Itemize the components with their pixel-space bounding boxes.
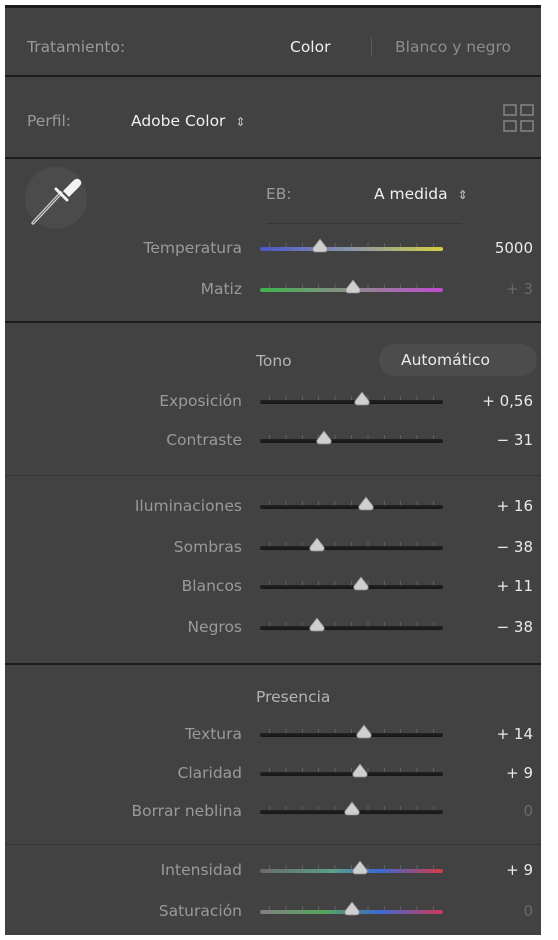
wb-label: EB: — [266, 185, 292, 203]
slider-thumb-intensidad[interactable] — [350, 860, 370, 876]
slider-label-saturacion: Saturación — [158, 902, 242, 920]
tone-title: Tono — [256, 352, 292, 370]
slider-label-textura: Textura — [184, 725, 242, 743]
slider-value-blancos[interactable]: + 11 — [497, 577, 533, 595]
slider-value-matiz[interactable]: + 3 — [506, 280, 533, 298]
profile-value: Adobe Color — [131, 112, 226, 130]
treatment-bw-option[interactable]: Blanco y negro — [395, 38, 511, 56]
slider-label-exposicion: Exposición — [159, 392, 242, 410]
slider-thumb-temperatura[interactable] — [310, 238, 330, 254]
divider — [5, 475, 541, 476]
updown-chevron-icon: ⇕ — [457, 188, 468, 202]
slider-value-intensidad[interactable]: + 9 — [506, 861, 533, 879]
slider-value-temperatura[interactable]: 5000 — [495, 239, 533, 257]
slider-label-contraste: Contraste — [166, 431, 242, 449]
slider-label-sombras: Sombras — [173, 538, 242, 556]
auto-button-label: Automático — [401, 351, 490, 369]
wb-underline — [267, 223, 462, 224]
treatment-color-option[interactable]: Color — [290, 38, 330, 56]
slider-value-textura[interactable]: + 14 — [497, 725, 533, 743]
slider-track-textura[interactable] — [260, 733, 443, 737]
eyedropper-icon — [31, 178, 82, 225]
eyedropper-button[interactable] — [25, 167, 87, 229]
profile-dropdown[interactable]: Adobe Color ⇕ — [131, 112, 245, 130]
auto-button[interactable]: Automático — [379, 344, 537, 376]
white-balance-section: EB: A medida ⇕ — [5, 159, 541, 321]
profile-row: Perfil: Adobe Color ⇕ — [5, 77, 541, 157]
slider-thumb-contraste[interactable] — [314, 430, 334, 446]
grid-icon[interactable] — [503, 104, 535, 134]
wb-sliders — [5, 225, 541, 321]
slider-thumb-exposicion[interactable] — [352, 391, 372, 407]
slider-thumb-matiz[interactable] — [343, 279, 363, 295]
slider-value-contraste[interactable]: − 31 — [497, 431, 533, 449]
slider-thumb-borrar-neblina[interactable] — [342, 801, 362, 817]
presence-section: Presencia — [5, 665, 541, 935]
treatment-separator — [371, 37, 372, 57]
slider-label-intensidad: Intensidad — [160, 861, 242, 879]
profile-label: Perfil: — [27, 112, 71, 130]
slider-track-contraste[interactable] — [260, 439, 443, 443]
slider-label-matiz: Matiz — [200, 280, 242, 298]
slider-label-iluminaciones: Iluminaciones — [134, 497, 242, 515]
slider-thumb-saturacion[interactable] — [342, 901, 362, 917]
slider-thumb-claridad[interactable] — [350, 763, 370, 779]
slider-thumb-iluminaciones[interactable] — [356, 496, 376, 512]
slider-label-negros: Negros — [187, 618, 242, 636]
slider-value-negros[interactable]: − 38 — [497, 618, 533, 636]
treatment-label: Tratamiento: — [27, 38, 126, 56]
tone-section: Tono Automático — [5, 323, 541, 663]
slider-thumb-blancos[interactable] — [351, 576, 371, 592]
wb-value: A medida — [374, 185, 448, 203]
slider-track-sombras[interactable] — [260, 546, 443, 550]
treatment-row: Tratamiento: Color Blanco y negro — [5, 8, 541, 75]
slider-label-borrar-neblina: Borrar neblina — [131, 802, 242, 820]
slider-value-exposicion[interactable]: + 0,56 — [482, 392, 533, 410]
divider — [5, 844, 541, 845]
slider-value-sombras[interactable]: − 38 — [497, 538, 533, 556]
presence-title: Presencia — [256, 688, 331, 706]
slider-thumb-sombras[interactable] — [307, 537, 327, 553]
slider-label-temperatura: Temperatura — [143, 239, 243, 257]
basic-panel: Tratamiento: Color Blanco y negro Perfil… — [5, 5, 541, 935]
slider-value-saturacion[interactable]: 0 — [523, 902, 533, 920]
slider-value-iluminaciones[interactable]: + 16 — [497, 497, 533, 515]
slider-track-iluminaciones[interactable] — [260, 505, 443, 509]
updown-chevron-icon: ⇕ — [235, 115, 246, 129]
slider-value-claridad[interactable]: + 9 — [506, 764, 533, 782]
slider-thumb-textura[interactable] — [354, 724, 374, 740]
slider-thumb-negros[interactable] — [307, 617, 327, 633]
slider-value-borrar-neblina[interactable]: 0 — [523, 802, 533, 820]
slider-track-negros[interactable] — [260, 626, 443, 630]
slider-label-blancos: Blancos — [181, 577, 242, 595]
wb-dropdown[interactable]: A medida ⇕ — [374, 185, 468, 203]
slider-track-temperatura[interactable] — [260, 247, 443, 251]
slider-label-claridad: Claridad — [177, 764, 242, 782]
